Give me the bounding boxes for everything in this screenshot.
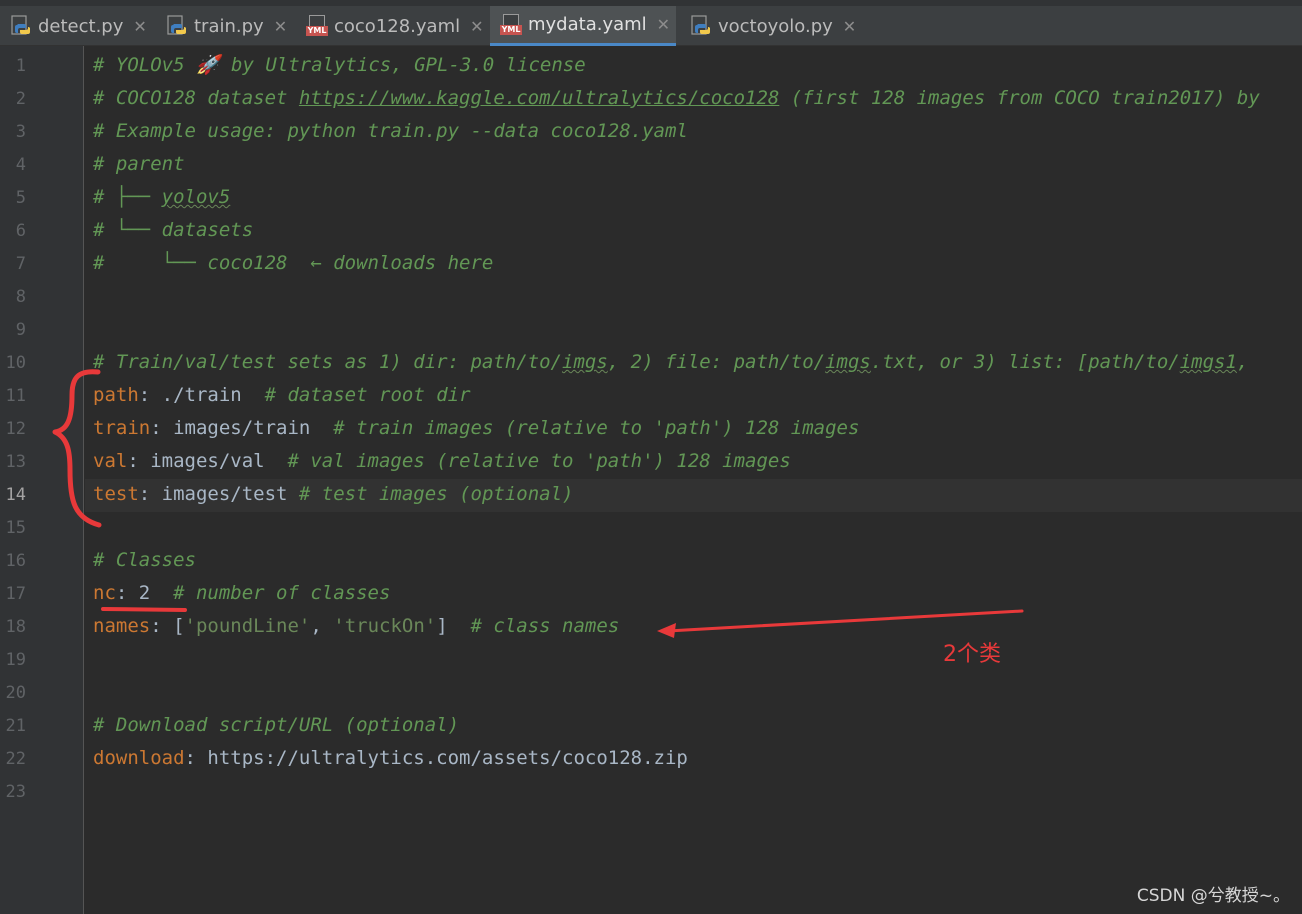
code-line-14[interactable]: test: images/test # test images (optiona… xyxy=(93,478,573,511)
code-line-21[interactable]: # Download script/URL (optional) xyxy=(93,709,459,742)
tab-detect-py[interactable]: detect.py ✕ xyxy=(0,6,153,46)
line-number: 6 xyxy=(15,221,26,241)
current-line-number: 14 xyxy=(5,485,26,505)
code-line-11[interactable]: path: ./train # dataset root dir xyxy=(93,379,471,412)
line-number: 10 xyxy=(5,353,26,373)
editor-tab-bar: detect.py ✕ train.py ✕ YML coco128.yaml … xyxy=(0,0,1302,46)
code-line-17[interactable]: nc: 2 # number of classes xyxy=(93,577,390,610)
line-number: 15 xyxy=(5,518,26,538)
code-line-12[interactable]: train: images/train # train images (rela… xyxy=(93,412,859,445)
line-number: 20 xyxy=(5,683,26,703)
code-line-1[interactable]: # YOLOv5 🚀 by Ultralytics, GPL-3.0 licen… xyxy=(93,49,586,82)
python-file-icon xyxy=(10,15,32,37)
code-editor[interactable]: # YOLOv5 🚀 by Ultralytics, GPL-3.0 licen… xyxy=(85,46,1302,914)
line-number: 23 xyxy=(5,782,26,802)
line-number: 3 xyxy=(15,122,26,142)
tab-label: voctoyolo.py xyxy=(718,15,833,37)
code-line-13[interactable]: val: images/val # val images (relative t… xyxy=(93,445,791,478)
yaml-file-icon: YML xyxy=(305,15,329,37)
line-number: 22 xyxy=(5,749,26,769)
line-number: 2 xyxy=(15,89,26,109)
line-number: 16 xyxy=(5,551,26,571)
tab-label: coco128.yaml xyxy=(334,15,461,37)
tab-mydata-yaml[interactable]: YML mydata.yaml ✕ xyxy=(490,6,676,46)
close-icon[interactable]: ✕ xyxy=(843,17,856,36)
line-number-gutter: 1 2 3 4 5 6 7 8 9 10 11 12 13 14 15 16 1… xyxy=(0,46,84,914)
line-number: 19 xyxy=(5,650,26,670)
line-number: 8 xyxy=(15,287,26,307)
line-number: 4 xyxy=(15,155,26,175)
python-file-icon xyxy=(166,15,188,37)
watermark: CSDN @兮教授~。 xyxy=(1136,886,1290,906)
code-line-2[interactable]: # COCO128 dataset https://www.kaggle.com… xyxy=(93,82,1260,115)
code-line-3[interactable]: # Example usage: python train.py --data … xyxy=(93,115,688,148)
tab-label: detect.py xyxy=(38,15,124,37)
tab-coco128-yaml[interactable]: YML coco128.yaml ✕ xyxy=(296,6,488,46)
tab-label: mydata.yaml xyxy=(528,14,647,35)
close-icon[interactable]: ✕ xyxy=(133,17,146,36)
line-number: 12 xyxy=(5,419,26,439)
dataset-link[interactable]: https://www.kaggle.com/ultralytics/coco1… xyxy=(299,87,779,109)
tab-train-py[interactable]: train.py ✕ xyxy=(156,6,294,46)
line-number: 21 xyxy=(5,716,26,736)
annotation-label: 2个类 xyxy=(943,642,1001,667)
code-line-10[interactable]: # Train/val/test sets as 1) dir: path/to… xyxy=(93,346,1248,379)
close-icon[interactable]: ✕ xyxy=(657,15,670,34)
line-number: 1 xyxy=(15,56,26,76)
code-line-7[interactable]: # └── coco128 ← downloads here xyxy=(93,247,493,280)
close-icon[interactable]: ✕ xyxy=(470,17,483,36)
code-line-22[interactable]: download: https://ultralytics.com/assets… xyxy=(93,742,688,775)
python-file-icon xyxy=(690,15,712,37)
line-number: 9 xyxy=(15,320,26,340)
close-icon[interactable]: ✕ xyxy=(274,17,287,36)
yaml-file-icon: YML xyxy=(499,13,523,36)
code-line-6[interactable]: # └── datasets xyxy=(93,214,253,247)
code-line-4[interactable]: # parent xyxy=(93,148,185,181)
line-number: 13 xyxy=(5,452,26,472)
line-number: 17 xyxy=(5,584,26,604)
code-line-16[interactable]: # Classes xyxy=(93,544,196,577)
tab-label: train.py xyxy=(194,15,264,37)
line-number: 18 xyxy=(5,617,26,637)
code-line-5[interactable]: # ├── yolov5 xyxy=(93,181,230,214)
line-number: 11 xyxy=(5,386,26,406)
code-line-18[interactable]: names: ['poundLine', 'truckOn'] # class … xyxy=(93,610,619,643)
line-number: 7 xyxy=(15,254,26,274)
line-number: 5 xyxy=(15,188,26,208)
tab-voctoyolo-py[interactable]: voctoyolo.py ✕ xyxy=(680,6,860,46)
